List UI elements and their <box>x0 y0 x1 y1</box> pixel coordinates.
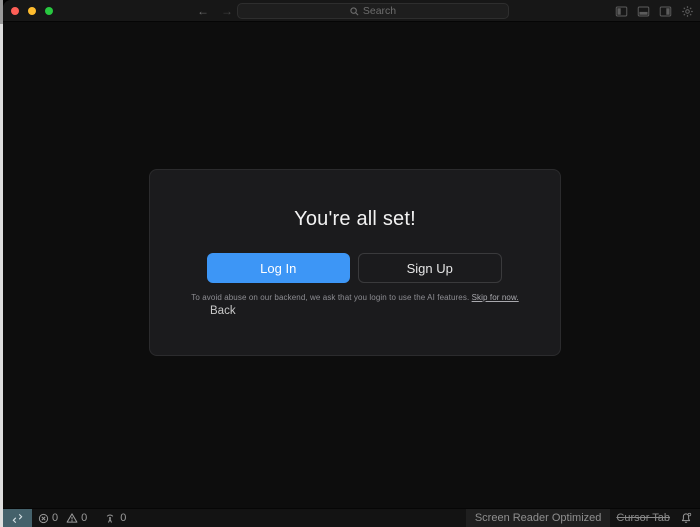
toggle-panel-icon[interactable] <box>637 5 650 18</box>
search-placeholder: Search <box>362 5 397 17</box>
app-window: ← → Search You're all set! Log In Sign U… <box>3 0 700 527</box>
auth-notice-text: To avoid abuse on our backend, we ask th… <box>191 293 470 302</box>
cursor-tab-item[interactable]: Cursor Tab <box>610 509 676 527</box>
error-icon <box>38 513 49 523</box>
titlebar: ← → Search <box>3 0 700 22</box>
notifications-button[interactable] <box>676 509 700 527</box>
warning-count: 0 <box>81 512 88 524</box>
search-icon <box>350 6 359 15</box>
sign-up-button[interactable]: Sign Up <box>357 253 502 283</box>
onboarding-dialog: You're all set! Log In Sign Up To avoid … <box>149 169 561 356</box>
history-nav: ← → <box>197 0 233 22</box>
minimize-window-button[interactable] <box>28 7 36 15</box>
warning-icon <box>66 513 78 523</box>
ports-indicator[interactable]: 0 <box>98 509 132 527</box>
skip-for-now-link[interactable]: Skip for now. <box>472 293 519 302</box>
toggle-primary-sidebar-icon[interactable] <box>615 5 628 18</box>
bell-icon <box>681 512 692 523</box>
remote-connect-icon <box>12 513 23 523</box>
close-window-button[interactable] <box>11 7 19 15</box>
forward-arrow-icon[interactable]: → <box>221 5 233 17</box>
back-button[interactable]: Back <box>210 305 236 317</box>
zoom-window-button[interactable] <box>45 7 53 15</box>
statusbar-left: 0 0 0 <box>3 509 132 527</box>
search-input[interactable]: Search <box>237 3 509 19</box>
auth-buttons: Log In Sign Up <box>207 253 502 283</box>
statusbar-right: Screen Reader Optimized Cursor Tab <box>465 509 700 527</box>
screen-reader-optimized-item[interactable]: Screen Reader Optimized <box>465 509 611 527</box>
broadcast-tower-icon <box>107 514 114 523</box>
traffic-lights <box>11 7 53 15</box>
back-arrow-icon[interactable]: ← <box>197 5 209 17</box>
dialog-title: You're all set! <box>294 208 416 230</box>
auth-notice: To avoid abuse on our backend, we ask th… <box>150 293 560 302</box>
statusbar: 0 0 0 Screen Reader Optimized Cursor Tab <box>3 508 700 527</box>
problems-indicator[interactable]: 0 0 <box>32 509 98 527</box>
ports-count: 0 <box>120 512 127 524</box>
editor-area: You're all set! Log In Sign Up To avoid … <box>3 23 700 508</box>
toggle-secondary-sidebar-icon[interactable] <box>659 5 672 18</box>
remote-indicator-button[interactable] <box>3 509 32 527</box>
error-count: 0 <box>52 512 59 524</box>
settings-gear-icon[interactable] <box>681 5 694 18</box>
layout-controls <box>615 0 694 22</box>
log-in-button[interactable]: Log In <box>207 253 350 283</box>
